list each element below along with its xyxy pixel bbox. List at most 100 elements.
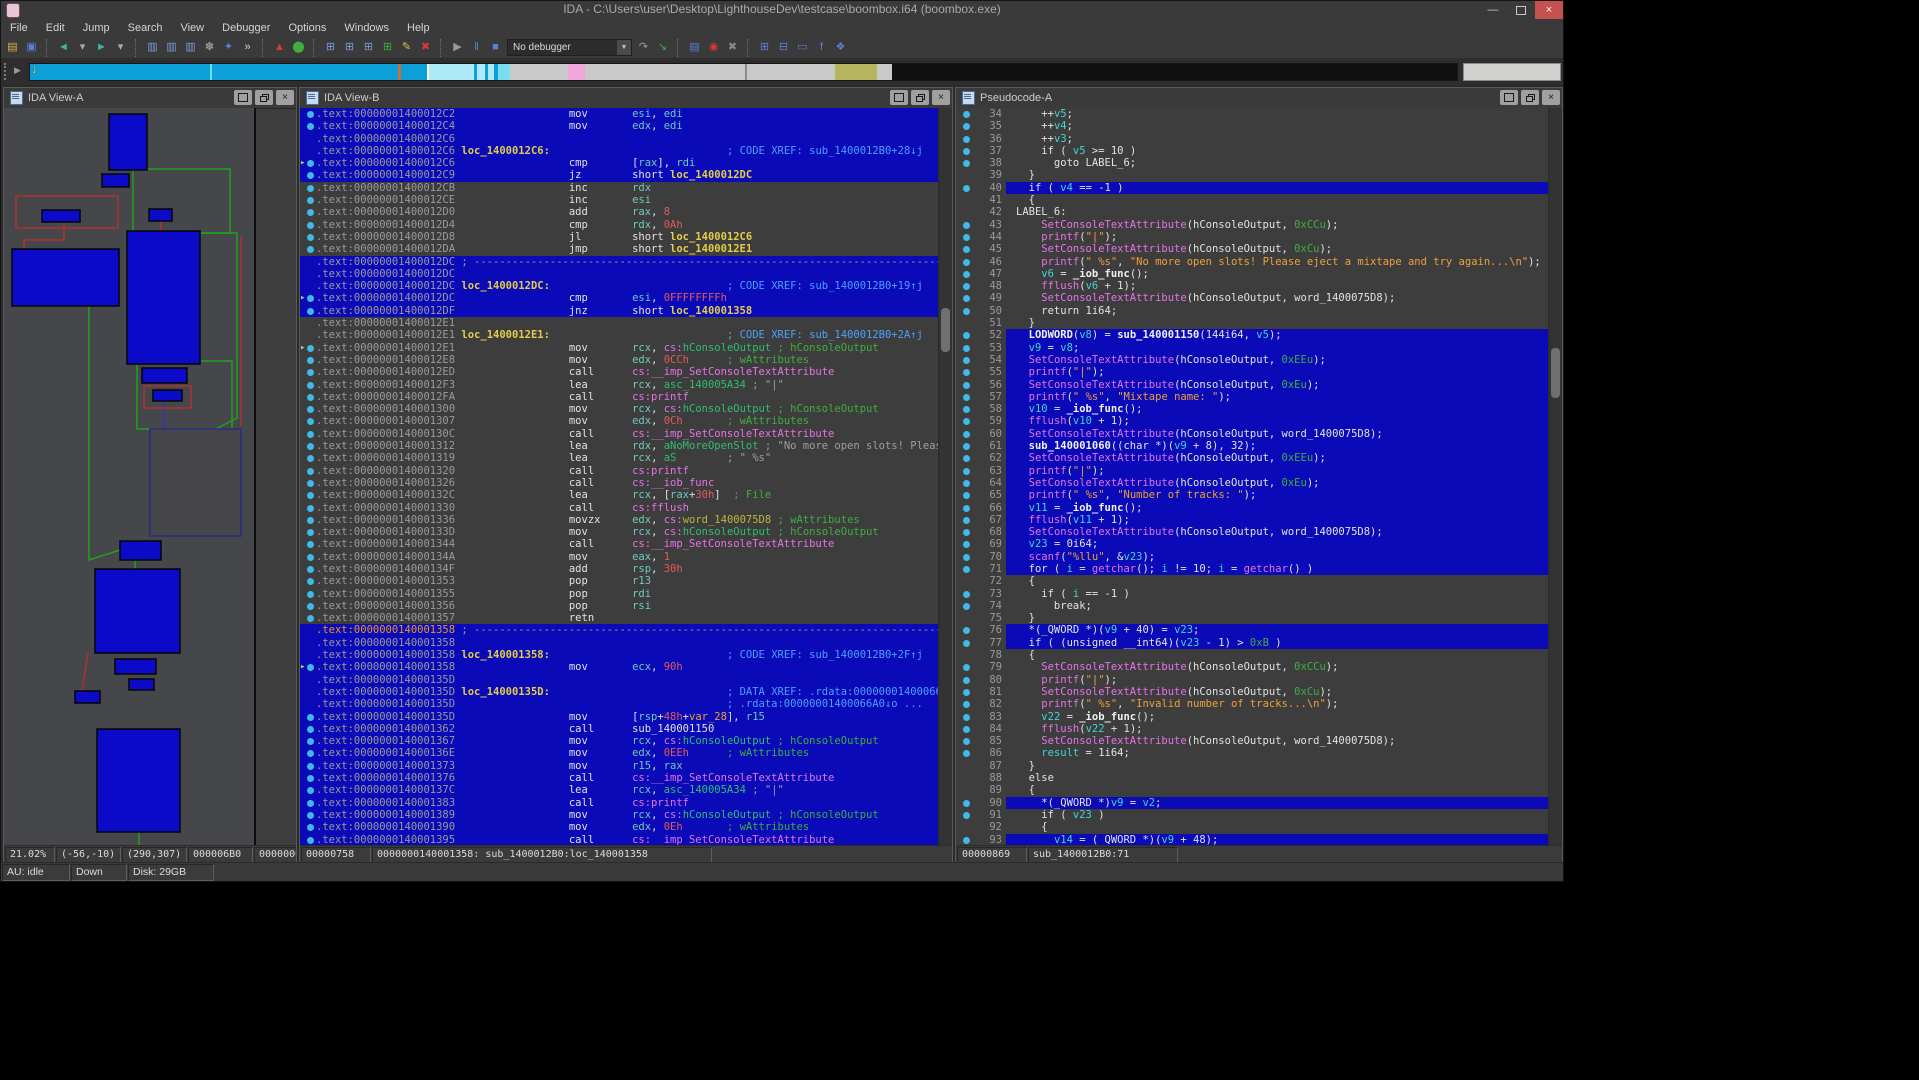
breakpoint-dot-icon[interactable] — [963, 443, 970, 450]
pseudocode-line[interactable]: 49 SetConsoleTextAttribute(hConsoleOutpu… — [956, 292, 1549, 304]
band-arrow-icon[interactable]: ▶ — [14, 65, 21, 76]
disasm-line[interactable]: .text:000000014000135D mov [rsp+48h+var_… — [300, 711, 939, 723]
breakpoint-dot-icon[interactable] — [963, 627, 970, 634]
pseudocode-line[interactable]: 62 SetConsoleTextAttribute(hConsoleOutpu… — [956, 452, 1549, 464]
breakpoint-dot-icon[interactable] — [963, 505, 970, 512]
breakpoint-dot-icon[interactable] — [963, 259, 970, 266]
graph-overview[interactable] — [4, 108, 256, 848]
breakpoint-dot-icon[interactable] — [307, 418, 314, 425]
save-file-icon[interactable]: ▣ — [22, 39, 41, 56]
functions-window-icon[interactable]: f — [812, 39, 831, 56]
window-cascade-icon[interactable]: ⊟ — [774, 39, 793, 56]
ida-view-a-titlebar[interactable]: IDA View-A × — [4, 88, 296, 109]
pseudocode-line[interactable]: 66 v11 = _iob_func(); — [956, 502, 1549, 514]
breakpoint-dot-icon[interactable] — [963, 185, 970, 192]
graph-window-icon[interactable]: ❖ — [831, 39, 850, 56]
pseudocode-line[interactable]: 71 for ( i = getchar(); i != 10; i = get… — [956, 563, 1549, 575]
disassembly-listing[interactable]: .text:00000001400012C2 mov esi, edi.text… — [300, 108, 939, 846]
breakpoint-dot-icon[interactable] — [307, 160, 314, 167]
disasm-line[interactable]: .text:0000000140001319 lea rcx, aS ; " %… — [300, 452, 939, 464]
breakpoint-dot-icon[interactable] — [963, 800, 970, 807]
pseudocode-line[interactable]: 36 ++v3; — [956, 133, 1549, 145]
breakpoint-dot-icon[interactable] — [307, 529, 314, 536]
breakpoint-dot-icon[interactable] — [307, 763, 314, 770]
free-memory-indicator-icon[interactable]: ⬤ — [289, 39, 308, 56]
disasm-line[interactable]: .text:0000000140001358 loc_140001358: ; … — [300, 649, 939, 661]
breakpoint-dot-icon[interactable] — [307, 566, 314, 573]
pseudocode-line[interactable]: 79 SetConsoleTextAttribute(hConsoleOutpu… — [956, 661, 1549, 673]
disasm-line[interactable]: .text:000000014000135D loc_14000135D: ; … — [300, 686, 939, 698]
toolbar-overflow-icon[interactable]: » — [238, 39, 257, 56]
pseudocode-titlebar[interactable]: Pseudocode-A × — [956, 88, 1562, 109]
breakpoint-dot-icon[interactable] — [963, 689, 970, 696]
pseudocode-line[interactable]: 65 printf(" %s", "Number of tracks: "); — [956, 489, 1549, 501]
breakpoint-dot-icon[interactable] — [963, 357, 970, 364]
breakpoint-dot-icon[interactable] — [963, 664, 970, 671]
title-bar[interactable]: IDA - C:\Users\user\Desktop\LighthouseDe… — [1, 1, 1563, 20]
undefine-icon[interactable]: ✖ — [416, 39, 435, 56]
disasm-line[interactable]: .text:00000001400012D0 add rax, 8 — [300, 206, 939, 218]
menu-help[interactable]: Help — [398, 19, 439, 37]
menu-file[interactable]: File — [1, 19, 37, 37]
jump-icon[interactable]: ✦ — [219, 39, 238, 56]
menu-search[interactable]: Search — [119, 19, 172, 37]
breakpoint-dot-icon[interactable] — [963, 332, 970, 339]
disasm-line[interactable]: .text:00000001400012DC loc_1400012DC: ; … — [300, 280, 939, 292]
pseudocode-line[interactable]: 34 ++v5; — [956, 108, 1549, 120]
ida-view-b-titlebar[interactable]: IDA View-B × — [300, 88, 952, 109]
menu-windows[interactable]: Windows — [335, 19, 398, 37]
win-close-button[interactable]: × — [932, 90, 950, 105]
edit-icon[interactable]: ✎ — [397, 39, 416, 56]
disasm-line[interactable]: .text:0000000140001367 mov rcx, cs:hCons… — [300, 735, 939, 747]
chevron-down-icon[interactable]: ▼ — [617, 40, 631, 55]
pseudocode-line[interactable]: 72 { — [956, 575, 1549, 587]
breakpoint-dot-icon[interactable] — [963, 418, 970, 425]
breakpoint-dot-icon[interactable] — [963, 271, 970, 278]
pseudocode-line[interactable]: 44 printf("|"); — [956, 231, 1549, 243]
breakpoint-dot-icon[interactable] — [963, 455, 970, 462]
win-restore-button[interactable] — [255, 90, 273, 105]
window-tile-icon[interactable]: ⊞ — [755, 39, 774, 56]
breakpoint-dot-icon[interactable] — [307, 812, 314, 819]
breakpoint-dot-icon[interactable] — [963, 492, 970, 499]
disasm-line[interactable]: .text:0000000140001373 mov r15, rax — [300, 760, 939, 772]
pseudocode-line[interactable]: 76 *(_QWORD *)(v9 + 40) = v23; — [956, 624, 1549, 636]
breakpoint-dot-icon[interactable] — [963, 726, 970, 733]
disasm-line[interactable]: .text:0000000140001358 — [300, 637, 939, 649]
pseudocode-line[interactable]: 38 goto LABEL_6; — [956, 157, 1549, 169]
breakpoint-dot-icon[interactable] — [307, 172, 314, 179]
breakpoint-dot-icon[interactable] — [307, 517, 314, 524]
graph-node[interactable] — [97, 729, 180, 832]
breakpoint-dot-icon[interactable] — [963, 123, 970, 130]
disasm-line[interactable]: .text:00000001400012E8 mov edx, 0CCh ; w… — [300, 354, 939, 366]
pseudocode-line[interactable]: 56 SetConsoleTextAttribute(hConsoleOutpu… — [956, 379, 1549, 391]
output-window-icon[interactable]: ▭ — [793, 39, 812, 56]
disasm-line[interactable]: .text:0000000140001312 lea rdx, aNoMoreO… — [300, 440, 939, 452]
pseudocode-line[interactable]: 86 result = 1i64; — [956, 747, 1549, 759]
nav-back-icon[interactable]: ◄ — [54, 39, 73, 56]
breakpoint-dot-icon[interactable] — [963, 160, 970, 167]
breakpoint-dot-icon[interactable] — [307, 308, 314, 315]
graph-node[interactable] — [129, 679, 154, 690]
disasm-line[interactable]: .text:000000014000130C call cs:__imp_Set… — [300, 428, 939, 440]
navigation-band[interactable] — [29, 63, 1458, 81]
graph-node[interactable] — [149, 209, 172, 221]
disasm-line[interactable]: .text:00000001400012DC ; ---------------… — [300, 256, 939, 268]
breakpoint-dot-icon[interactable] — [963, 111, 970, 118]
menu-edit[interactable]: Edit — [37, 19, 74, 37]
disasm-line[interactable]: .text:000000014000135D — [300, 674, 939, 686]
band-grip-icon[interactable] — [4, 63, 11, 80]
debugger-windows-icon[interactable]: ✽ — [200, 39, 219, 56]
add-name-icon[interactable]: ⊞ — [359, 39, 378, 56]
pseudocode-line[interactable]: 55 printf("|"); — [956, 366, 1549, 378]
disasm-line[interactable]: .text:0000000140001357 retn — [300, 612, 939, 624]
breakpoint-dot-icon[interactable] — [307, 222, 314, 229]
disasm-line[interactable]: ▸.text:00000001400012DC cmp esi, 0FFFFFF… — [300, 292, 939, 304]
pseudocode-line[interactable]: 50 return 1i64; — [956, 305, 1549, 317]
hex-view-icon[interactable]: ▥ — [162, 39, 181, 56]
breakpoint-dot-icon[interactable] — [963, 529, 970, 536]
breakpoint-dot-icon[interactable] — [963, 431, 970, 438]
pseudocode-line[interactable]: 54 SetConsoleTextAttribute(hConsoleOutpu… — [956, 354, 1549, 366]
breakpoint-dot-icon[interactable] — [963, 468, 970, 475]
breakpoint-dot-icon[interactable] — [963, 136, 970, 143]
